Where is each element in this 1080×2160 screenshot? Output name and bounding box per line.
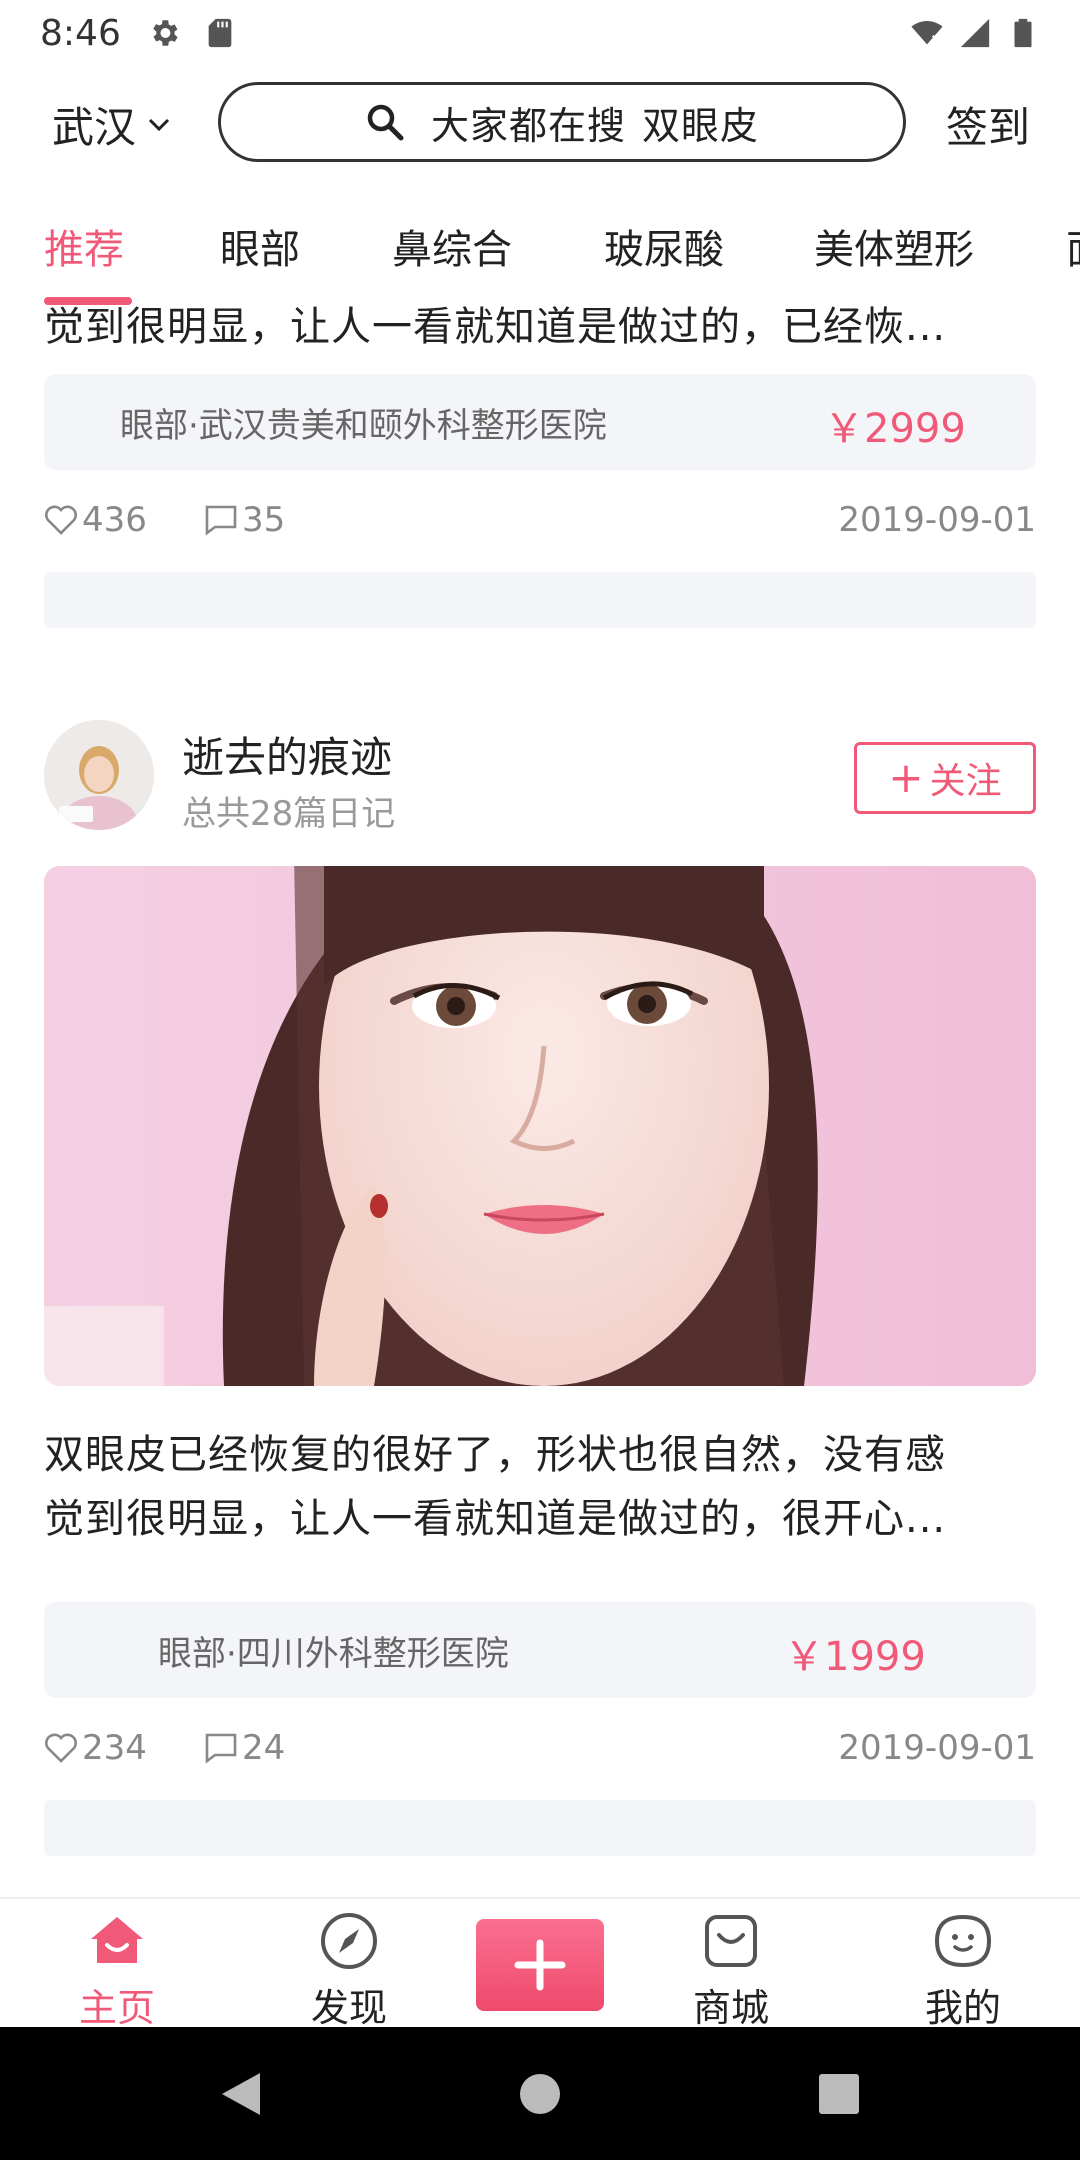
plus-icon: + [888, 753, 924, 802]
category-tabs: 推荐 眼部 鼻综合 玻尿酸 美体塑形 面 [0, 205, 1080, 305]
like-count: 436 [82, 500, 147, 540]
hospital-card[interactable]: 眼部·四川外科整形医院 ￥1999 [44, 1602, 1036, 1698]
status-bar: 8:46 [0, 0, 1080, 66]
follow-button[interactable]: + 关注 [854, 742, 1036, 814]
recents-icon[interactable] [812, 2067, 866, 2121]
follow-label: 关注 [929, 761, 1002, 802]
heart-icon [45, 505, 77, 535]
checkin-button[interactable]: 签到 [946, 94, 1030, 155]
post-text[interactable]: 双眼皮已经恢复的很好了，形状也很自然，没有感 [44, 1422, 946, 1480]
hospital-card[interactable]: 眼部·武汉贵美和颐外科整形医院 ￥2999 [44, 374, 1036, 470]
comment-count: 35 [242, 500, 286, 540]
nav-discover[interactable]: 发现 [284, 1899, 414, 2030]
city-label: 武汉 [52, 103, 137, 152]
hospital-name: 眼部·四川外科整形医院 [158, 1634, 509, 1674]
system-nav-bar [0, 2027, 1080, 2160]
comment-count: 24 [242, 1728, 286, 1768]
nav-profile[interactable]: 我的 [898, 1899, 1028, 2030]
home-icon [91, 1917, 143, 1963]
top-header: 武汉 大家都在搜 双眼皮 签到 [0, 80, 1080, 164]
diary-count: 总共28篇日记 [182, 794, 396, 834]
chevron-down-icon [148, 118, 170, 131]
tab-nose[interactable]: 鼻综合 [392, 217, 512, 275]
post-text-continued[interactable]: 觉到很明显，让人一看就知道是做过的，很开心... [44, 1486, 946, 1544]
nav-profile-label: 我的 [924, 1986, 1001, 2030]
status-icons-left [147, 16, 237, 50]
gear-icon [153, 20, 178, 46]
price: ￥2999 [824, 406, 966, 452]
divider-bar [44, 1800, 1036, 1856]
wifi-icon [911, 20, 943, 45]
status-time: 8:46 [40, 12, 121, 54]
tab-body-shaping[interactable]: 美体塑形 [814, 217, 974, 275]
sd-card-icon [208, 18, 232, 48]
comment-icon [205, 1733, 237, 1764]
nav-mall-label: 商城 [692, 1986, 769, 2030]
feed: 觉到很明显，让人一看就知道是做过的，已经恢... 眼部·武汉贵美和颐外科整形医院… [0, 296, 1080, 1896]
city-selector[interactable]: 武汉 [52, 94, 170, 155]
search-icon [367, 104, 404, 141]
hospital-name: 眼部·武汉贵美和颐外科整形医院 [120, 406, 607, 446]
like-button[interactable]: 234 [44, 1728, 147, 1768]
heart-icon [45, 1733, 77, 1763]
like-button[interactable]: 436 [44, 500, 147, 540]
tab-hyaluronic[interactable]: 玻尿酸 [604, 217, 724, 275]
tab-recommend[interactable]: 推荐 [44, 217, 124, 275]
post-text[interactable]: 觉到很明显，让人一看就知道是做过的，已经恢... [44, 296, 946, 352]
tab-eyes[interactable]: 眼部 [220, 217, 300, 275]
comment-icon [205, 505, 237, 536]
like-count: 234 [82, 1728, 147, 1768]
nav-home[interactable]: 主页 [52, 1899, 182, 2030]
portrait-photo [44, 866, 1036, 1386]
search-placeholder: 大家都在搜 双眼皮 [430, 103, 760, 148]
divider-bar [44, 572, 1036, 628]
avatar-image [44, 720, 154, 830]
plus-icon [514, 1939, 566, 1991]
bottom-nav: 主页 发现 商城 我的 [0, 1897, 1080, 2030]
avatar[interactable] [44, 720, 154, 830]
battery-icon [1014, 18, 1032, 48]
signal-icon [960, 18, 990, 48]
search-bar[interactable]: 大家都在搜 双眼皮 [218, 82, 906, 162]
publish-button[interactable] [476, 1919, 604, 2011]
status-icons-right [910, 16, 1040, 50]
tab-face[interactable]: 面 [1066, 217, 1080, 275]
nav-mall[interactable]: 商城 [666, 1899, 796, 2030]
home-circle-icon[interactable] [513, 2067, 567, 2121]
post-date: 2019-09-01 [838, 1728, 1036, 1768]
face-icon [934, 1914, 992, 1968]
price: ￥1999 [784, 1634, 926, 1680]
user-name[interactable]: 逝去的痕迹 [182, 724, 392, 785]
post-image[interactable] [44, 866, 1036, 1386]
comment-button[interactable]: 24 [204, 1728, 285, 1768]
nav-home-label: 主页 [78, 1986, 155, 2030]
post-meta: 234 24 2019-09-01 [44, 1726, 1036, 1776]
post-meta: 436 35 2019-09-01 [44, 498, 1036, 548]
comment-button[interactable]: 35 [204, 500, 285, 540]
compass-icon [321, 1913, 377, 1969]
nav-discover-label: 发现 [310, 1986, 387, 2030]
post-date: 2019-09-01 [838, 500, 1036, 540]
bag-icon [705, 1915, 757, 1967]
back-icon[interactable] [214, 2067, 268, 2121]
